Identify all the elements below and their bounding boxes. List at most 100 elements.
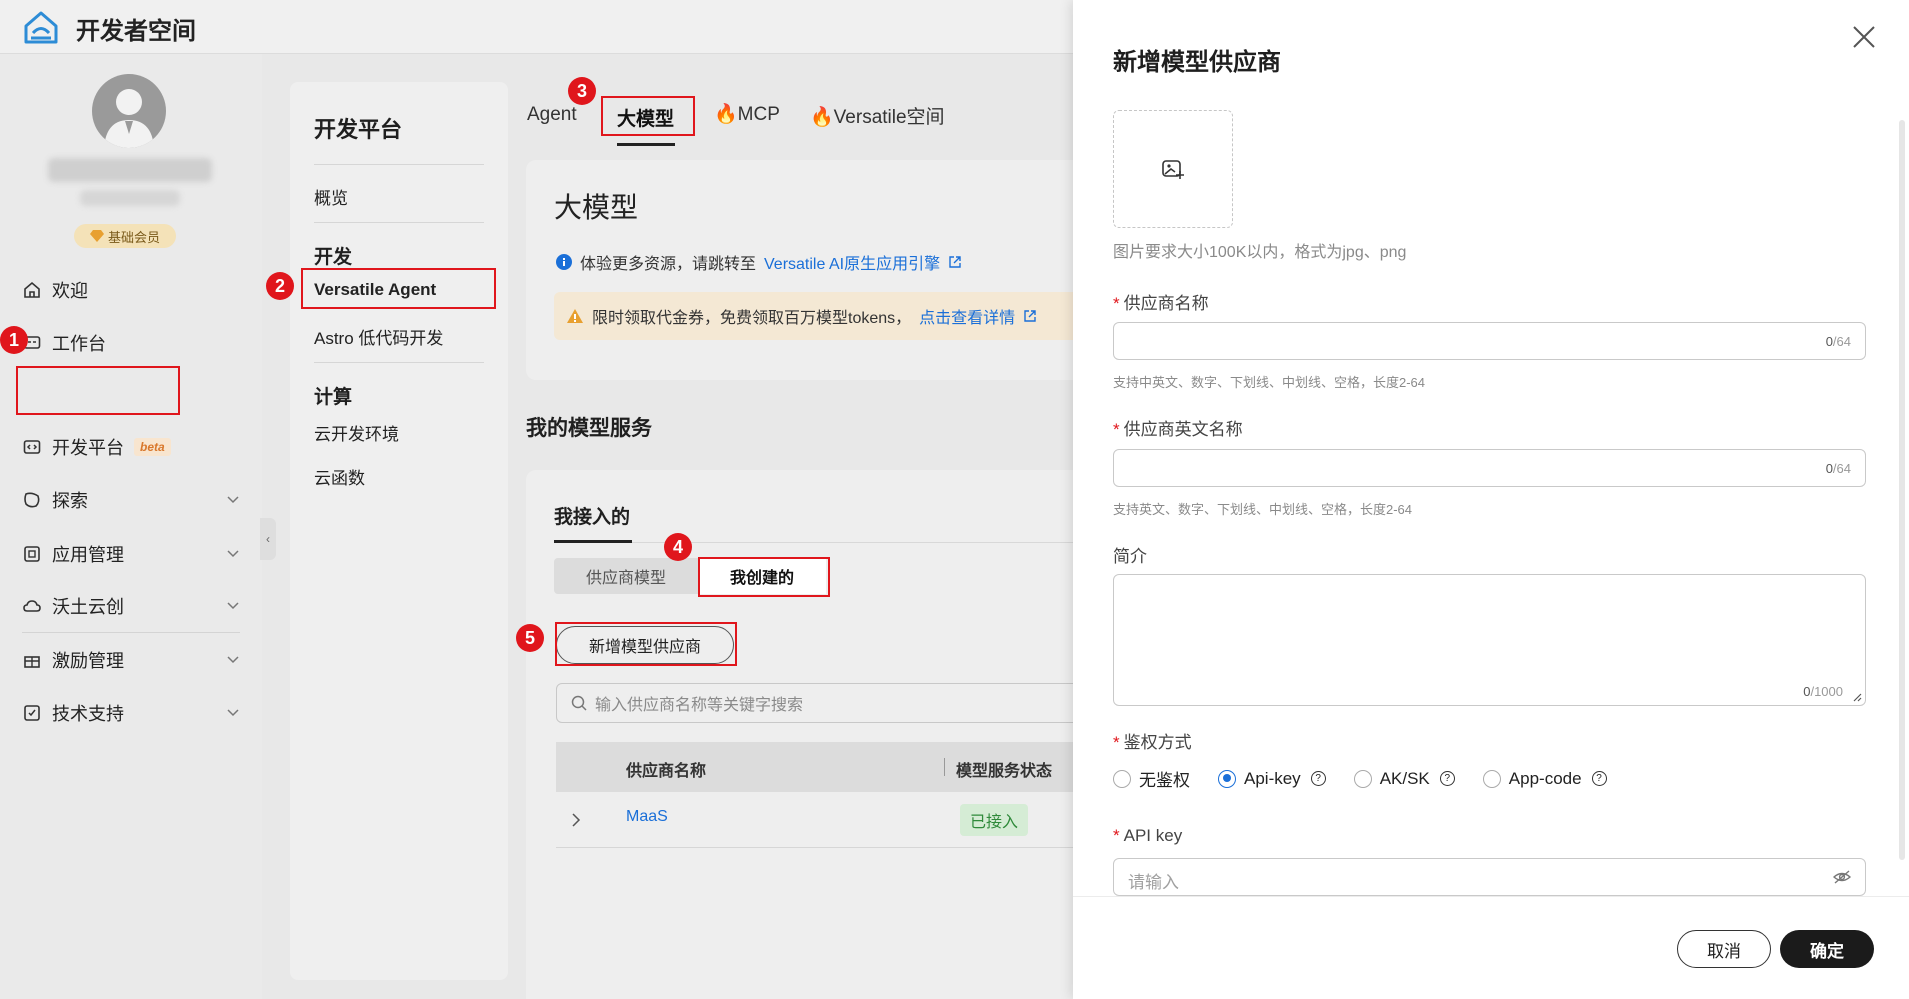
cancel-button[interactable]: 取消: [1677, 930, 1771, 968]
active-tab-indicator: [554, 540, 632, 543]
radio-ak-sk[interactable]: AK/SK?: [1353, 769, 1455, 789]
segment-my-created[interactable]: 我创建的: [698, 558, 826, 594]
info-row: 体验更多资源，请跳转至 Versatile AI原生应用引擎: [556, 250, 962, 274]
char-counter: 0/64: [1826, 461, 1851, 476]
sidebar-item-explore[interactable]: 探索: [22, 482, 240, 518]
radio-circle: [1482, 769, 1501, 788]
chevron-down-icon: [227, 709, 239, 717]
fire-icon: 🔥: [810, 107, 834, 128]
subnav-group-dev: 开发: [314, 247, 353, 268]
warning-icon: [567, 309, 583, 323]
segment-provider-models[interactable]: 供应商模型: [554, 558, 698, 594]
provider-en-name-label-text: 供应商英文名称: [1123, 420, 1243, 439]
sidebar-item-app-management[interactable]: 应用管理: [22, 536, 240, 572]
api-key-placeholder: 请输入: [1128, 873, 1179, 892]
tab-llm[interactable]: 大模型: [617, 104, 674, 131]
home-icon: [22, 280, 42, 300]
provider-en-name-field[interactable]: 0/64: [1113, 449, 1866, 487]
intro-textarea[interactable]: 0/1000: [1113, 574, 1866, 706]
fire-icon: 🔥: [714, 104, 738, 125]
provider-name-field[interactable]: 0/64: [1113, 322, 1866, 360]
api-key-label: * API key: [1113, 826, 1183, 845]
sidebar-item-label: 欢迎: [52, 281, 88, 301]
sidebar-item-dev-platform[interactable]: 开发平台 beta: [22, 429, 240, 465]
radio-no-auth[interactable]: 无鉴权: [1113, 766, 1190, 791]
code-icon: [22, 437, 42, 457]
table-row[interactable]: MaaS 已接入: [556, 792, 1086, 848]
close-icon[interactable]: [1851, 24, 1877, 50]
column-divider: [944, 758, 945, 776]
sidebar-item-cloud[interactable]: 沃土云创: [22, 588, 240, 624]
tab-connected[interactable]: 我接入的: [554, 502, 630, 529]
subnav-item-cloud-env[interactable]: 云开发环境: [314, 420, 399, 445]
status-badge: 已接入: [960, 804, 1029, 836]
eye-hidden-icon[interactable]: [1833, 870, 1851, 884]
subnav-item-versatile-agent[interactable]: Versatile Agent: [314, 280, 436, 300]
provider-name-link[interactable]: MaaS: [626, 808, 668, 826]
beta-badge: beta: [134, 438, 171, 456]
app-icon: [22, 544, 42, 564]
intro-label: 简介: [1113, 547, 1147, 566]
auth-method-label: * 鉴权方式: [1113, 733, 1192, 752]
counter-value: 0: [1825, 461, 1833, 476]
api-key-label-text: API key: [1123, 826, 1183, 845]
versatile-engine-link[interactable]: Versatile AI原生应用引擎: [764, 250, 940, 274]
explore-icon: [22, 490, 42, 510]
tab-versatile-space[interactable]: 🔥Versatile空间: [810, 102, 945, 129]
auth-method-radio-group: 无鉴权 Api-key? AK/SK? App-code?: [1113, 766, 1607, 791]
external-link-icon[interactable]: [948, 255, 962, 269]
card-divider: [554, 542, 1086, 543]
radio-app-code[interactable]: App-code?: [1482, 768, 1607, 789]
radio-api-key[interactable]: Api-key?: [1218, 769, 1326, 789]
image-upload[interactable]: [1113, 110, 1233, 228]
sidebar-item-incentive[interactable]: 激励管理: [22, 642, 240, 678]
section-title-my-model-services: 我的模型服务: [526, 417, 652, 440]
api-key-field[interactable]: 请输入: [1113, 858, 1866, 896]
drawer-scrollbar[interactable]: [1899, 120, 1905, 860]
subnav-item-overview[interactable]: 概览: [314, 184, 348, 209]
avatar[interactable]: [92, 74, 166, 148]
radio-label: 无鉴权: [1139, 771, 1190, 790]
promo-details-link[interactable]: 点击查看详情: [919, 304, 1015, 328]
annotation-marker-1: 1: [0, 326, 28, 354]
char-counter: 0/1000: [1803, 684, 1843, 699]
sidebar-collapse-toggle[interactable]: ‹: [260, 518, 276, 560]
provider-name-label-text: 供应商名称: [1123, 294, 1209, 313]
active-tab-indicator: [617, 143, 675, 146]
help-icon[interactable]: ?: [1439, 771, 1455, 786]
left-sidebar: 基础会员 欢迎 工作台 开发平台 beta 探索 应用管理 沃土云创 激励管理 …: [0, 54, 262, 999]
resize-handle-icon[interactable]: [1852, 692, 1862, 702]
sidebar-item-welcome[interactable]: 欢迎: [22, 272, 240, 308]
annotation-marker-2: 2: [266, 272, 294, 300]
add-provider-button[interactable]: 新增模型供应商: [556, 626, 734, 664]
subnav-divider: [314, 362, 484, 363]
column-header-provider: 供应商名称: [626, 763, 707, 780]
external-link-icon[interactable]: [1023, 309, 1037, 323]
drawer-footer-divider: [1073, 896, 1909, 897]
provider-name-hint: 支持中英文、数字、下划线、中划线、空格，长度2-64: [1113, 375, 1426, 390]
chevron-right-icon[interactable]: [570, 812, 582, 828]
user-id-blurred: [80, 190, 180, 206]
provider-search-input[interactable]: 输入供应商名称等关键字搜索: [556, 683, 1086, 723]
sidebar-item-support[interactable]: 技术支持: [22, 695, 240, 731]
cloud-icon: [22, 596, 42, 616]
confirm-button[interactable]: 确定: [1780, 930, 1874, 968]
diamond-icon: [89, 230, 104, 242]
radio-label: App-code: [1508, 768, 1582, 788]
help-icon[interactable]: ?: [1310, 771, 1326, 786]
subnav-item-astro[interactable]: Astro 低代码开发: [314, 324, 443, 349]
subnav-item-cloud-fn[interactable]: 云函数: [314, 464, 365, 489]
sidebar-item-label: 沃土云创: [52, 597, 124, 617]
model-services-card: 我接入的 供应商模型 我创建的 新增模型供应商 输入供应商名称等关键字搜索 供应…: [526, 470, 1086, 999]
radio-circle: [1353, 769, 1372, 788]
user-name-blurred: [48, 158, 212, 182]
provider-name-label: * 供应商名称: [1113, 294, 1209, 313]
tab-mcp[interactable]: 🔥MCP: [714, 102, 780, 126]
help-icon[interactable]: ?: [1591, 771, 1607, 786]
counter-max: /64: [1832, 461, 1851, 476]
subnav-divider: [314, 222, 484, 223]
annotation-marker-4: 4: [664, 533, 692, 561]
sidebar-item-workbench[interactable]: 工作台: [22, 325, 240, 361]
table-header: 供应商名称 模型服务状态: [556, 742, 1086, 792]
tab-agent[interactable]: Agent: [527, 104, 577, 126]
